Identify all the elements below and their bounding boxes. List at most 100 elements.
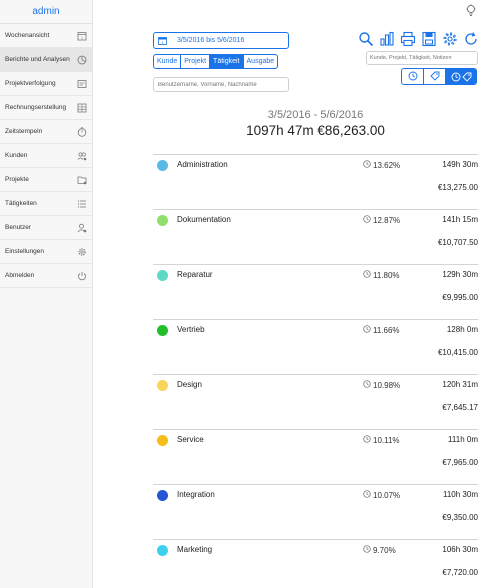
- percentage: 10.98%: [363, 380, 400, 390]
- amount-value: €10,707.50: [437, 238, 478, 247]
- tag-icon: [429, 69, 440, 84]
- list-item[interactable]: Reparatur 11.80% 129h 30m €9,995.00: [153, 264, 478, 319]
- svg-text:1: 1: [162, 41, 164, 45]
- tab-kunde[interactable]: Kunde: [154, 55, 182, 68]
- sidebar-item-tätigkeiten[interactable]: Tätigkeiten: [0, 192, 92, 216]
- user-search-input[interactable]: [153, 77, 289, 92]
- gear-icon[interactable]: [442, 31, 458, 47]
- color-dot: [157, 545, 168, 556]
- sidebar-item-benutzer[interactable]: Benutzer: [0, 216, 92, 240]
- summary-total: 1097h 47m €86,263.00: [246, 123, 385, 138]
- folder-icon: [77, 175, 87, 185]
- sidebar-item-label: Zeitstempeln: [5, 128, 43, 135]
- clock-icon: [363, 160, 371, 170]
- color-dot: [157, 435, 168, 446]
- sidebar-item-zeitstempeln[interactable]: Zeitstempeln: [0, 120, 92, 144]
- save-icon[interactable]: [421, 31, 437, 47]
- time-and-money-mode-button[interactable]: [446, 69, 476, 84]
- percentage-value: 10.11%: [373, 435, 400, 445]
- tab-projekt[interactable]: Projekt: [181, 55, 211, 68]
- print-icon[interactable]: [400, 31, 416, 47]
- percentage-value: 10.07%: [373, 490, 401, 500]
- calendar-icon: 1: [77, 31, 87, 41]
- money-mode-button[interactable]: [424, 69, 446, 84]
- list-item[interactable]: Integration 10.07% 110h 30m €9,350.00: [153, 484, 478, 539]
- sidebar-item-projekte[interactable]: Projekte: [0, 168, 92, 192]
- tab-ausgabe[interactable]: Ausgabe: [244, 55, 278, 68]
- activity-name: Design: [177, 380, 202, 389]
- sidebar-item-label: Berichte und Analysen: [5, 56, 70, 63]
- percentage-value: 10.98%: [373, 380, 401, 390]
- date-range-button[interactable]: 1 3/5/2016 bis 5/6/2016: [153, 32, 289, 49]
- calendar-icon: 1: [158, 36, 167, 45]
- percentage: 11.66%: [363, 325, 400, 335]
- filter-search-input[interactable]: [366, 51, 478, 65]
- clock-icon: [363, 325, 371, 335]
- sidebar-item-wochenansicht[interactable]: Wochenansicht 1: [0, 24, 92, 48]
- pie-chart-icon: [77, 55, 87, 65]
- tracking-icon: [77, 79, 87, 89]
- time-mode-button[interactable]: [402, 69, 424, 84]
- percentage: 10.11%: [363, 435, 400, 445]
- list-item[interactable]: Dokumentation 12.87% 141h 15m €10,707.50: [153, 209, 478, 264]
- sidebar-item-label: Wochenansicht: [5, 32, 50, 39]
- hours-value: 141h 15m: [442, 215, 478, 224]
- power-icon: [77, 271, 87, 281]
- hours-value: 106h 30m: [442, 545, 478, 554]
- hours-value: 129h 30m: [442, 270, 478, 279]
- percentage: 13.62%: [363, 160, 400, 170]
- list-icon: [77, 199, 87, 209]
- customers-icon: [77, 151, 87, 161]
- sidebar-item-rechnungserstellung[interactable]: Rechnungserstellung: [0, 96, 92, 120]
- group-by-tabs: Kunde Projekt Tätigkeit Ausgabe: [153, 54, 279, 69]
- hours-value: 120h 31m: [442, 380, 478, 389]
- clock-icon: [363, 270, 371, 280]
- refresh-icon[interactable]: [463, 31, 479, 47]
- sidebar-item-abmelden[interactable]: Abmelden: [0, 264, 92, 288]
- clock-icon: [408, 69, 418, 84]
- date-range-label: 3/5/2016 bis 5/6/2016: [177, 37, 245, 44]
- sidebar-item-label: Kunden: [5, 152, 28, 159]
- sidebar-item-projektverfolgung[interactable]: Projektverfolgung: [0, 72, 92, 96]
- sidebar-item-label: Tätigkeiten: [5, 200, 37, 207]
- clock-icon: [363, 380, 371, 390]
- percentage: 10.07%: [363, 490, 400, 500]
- hours-value: 110h 30m: [443, 490, 478, 499]
- color-dot: [157, 215, 168, 226]
- activity-name: Administration: [177, 160, 228, 169]
- list-item[interactable]: Service 10.11% 111h 0m €7,965.00: [153, 429, 478, 484]
- color-dot: [157, 160, 168, 171]
- user-name[interactable]: admin: [0, 0, 92, 24]
- list-item[interactable]: Marketing 9.70% 106h 30m €7,720.00: [153, 539, 478, 588]
- color-dot: [157, 325, 168, 336]
- amount-value: €7,645.17: [442, 403, 478, 412]
- search-icon[interactable]: [358, 31, 374, 47]
- percentage-value: 13.62%: [373, 160, 401, 170]
- sidebar-item-berichte-und-analysen[interactable]: Berichte und Analysen: [0, 48, 92, 72]
- bar-chart-icon[interactable]: [379, 31, 395, 47]
- sidebar-item-label: Projekte: [5, 176, 29, 183]
- clock-tag-icon: [451, 72, 472, 82]
- clock-icon: [363, 490, 371, 500]
- list-item[interactable]: Vertrieb 11.66% 128h 0m €10,415.00: [153, 319, 478, 374]
- tab-tätigkeit[interactable]: Tätigkeit: [210, 55, 244, 68]
- activity-name: Integration: [177, 490, 215, 499]
- list-item[interactable]: Design 10.98% 120h 31m €7,645.17: [153, 374, 478, 429]
- amount-value: €9,350.00: [442, 513, 478, 522]
- lightbulb-icon[interactable]: [465, 4, 477, 18]
- activity-name: Marketing: [177, 545, 213, 554]
- sidebar-item-label: Rechnungserstellung: [5, 104, 67, 111]
- gear-icon: [77, 247, 87, 257]
- stopwatch-icon: [77, 126, 87, 137]
- clock-icon: [363, 435, 371, 445]
- activity-name: Vertrieb: [177, 325, 205, 334]
- sidebar-item-label: Einstellungen: [5, 248, 45, 255]
- sidebar-item-kunden[interactable]: Kunden: [0, 144, 92, 168]
- sidebar-item-label: Benutzer: [5, 224, 32, 231]
- activity-name: Dokumentation: [177, 215, 231, 224]
- amount-value: €9,995.00: [442, 293, 478, 302]
- list-item[interactable]: Administration 13.62% 149h 30m €13,275.00: [153, 154, 478, 209]
- toolbar: [358, 31, 479, 47]
- hours-value: 111h 0m: [448, 435, 478, 444]
- sidebar-item-einstellungen[interactable]: Einstellungen: [0, 240, 92, 264]
